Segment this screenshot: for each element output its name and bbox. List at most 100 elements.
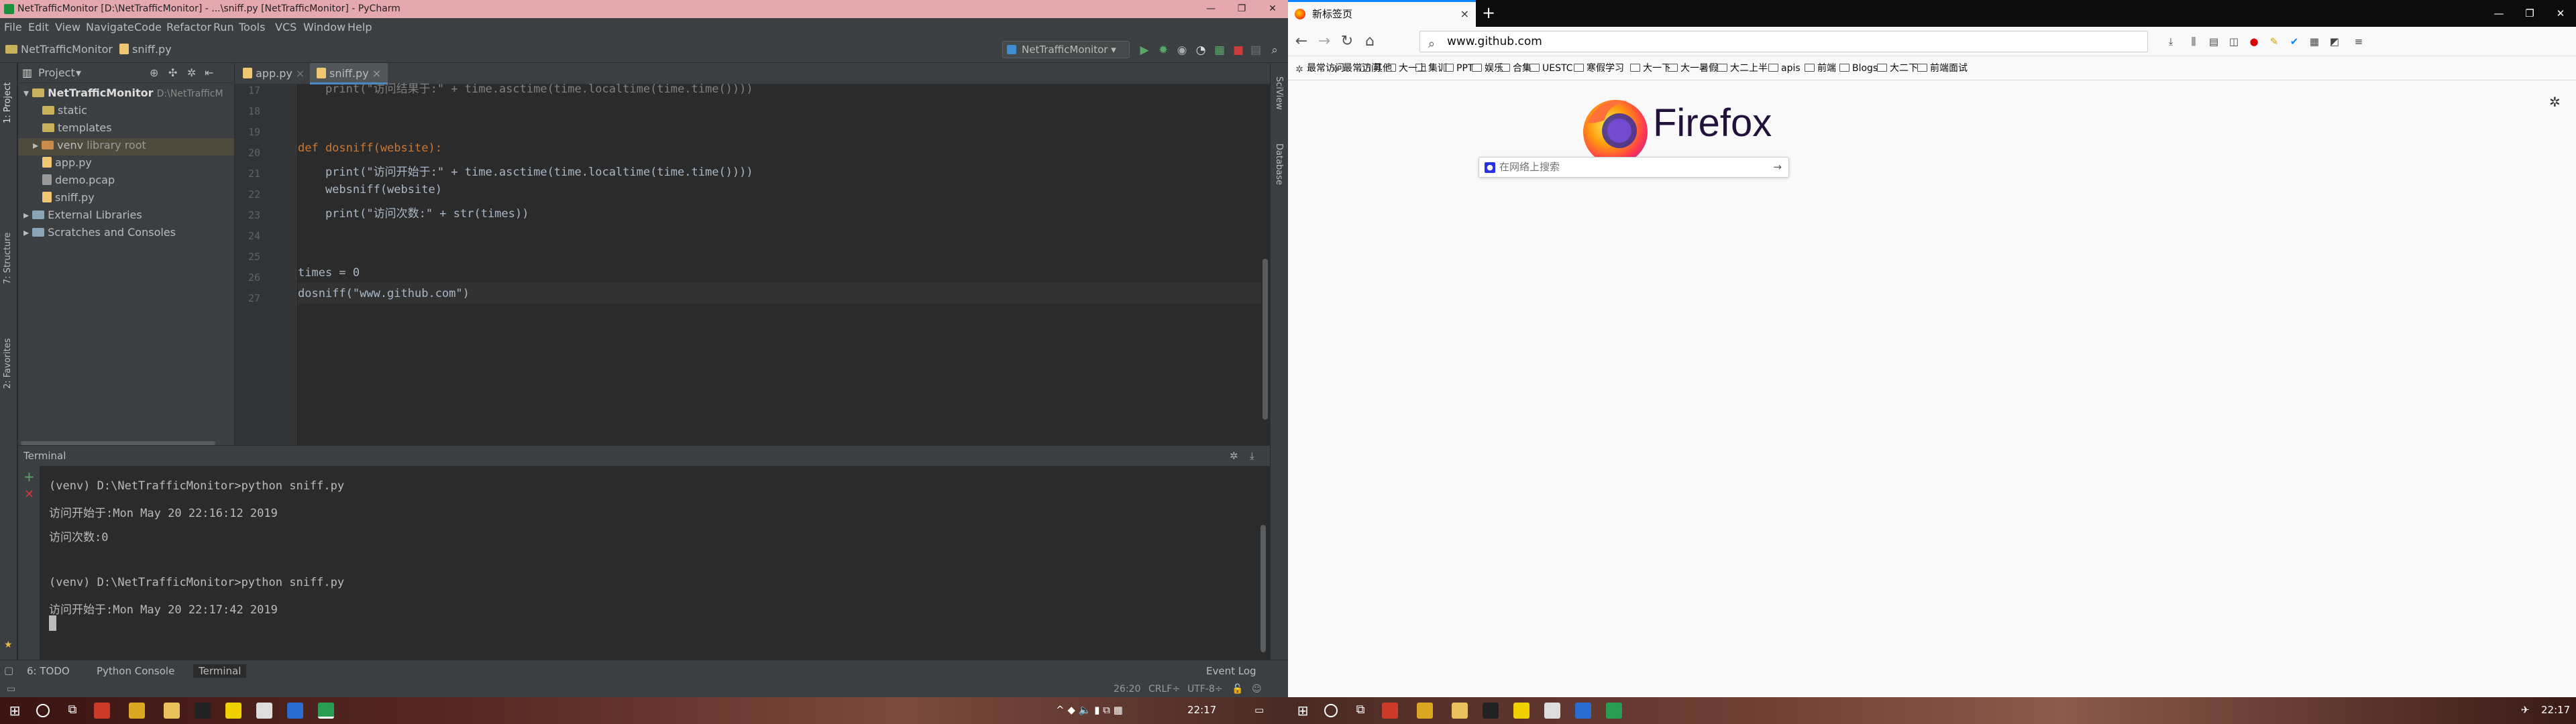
app-taskbar-icon[interactable]: [225, 703, 241, 719]
tray-icon[interactable]: ✈: [2521, 704, 2530, 716]
app-taskbar-icon[interactable]: [1513, 703, 1529, 719]
cmd-taskbar-icon[interactable]: [1483, 703, 1499, 719]
gear-icon[interactable]: ✲: [1230, 446, 1238, 466]
menu-run[interactable]: Run: [213, 18, 234, 36]
notification-icon[interactable]: ▭: [1254, 704, 1264, 716]
tree-item-templates[interactable]: templates: [42, 119, 112, 137]
web-search-box[interactable]: ● 在网络上搜索 →: [1479, 157, 1789, 178]
menu-file[interactable]: File: [4, 18, 22, 36]
taskbar-time[interactable]: 22:17: [1187, 704, 1216, 716]
vcs-icon[interactable]: ▤: [1249, 44, 1263, 57]
extension-v-icon[interactable]: ✔: [2288, 35, 2301, 48]
tool-structure[interactable]: 7: Structure: [3, 233, 13, 284]
cmd-taskbar-icon[interactable]: [195, 703, 211, 719]
word-taskbar-icon[interactable]: [1575, 703, 1591, 719]
status-icon[interactable]: ▭: [7, 681, 15, 697]
hide-icon[interactable]: ⇤: [205, 63, 213, 83]
menu-code[interactable]: Code: [134, 18, 162, 36]
lock-icon[interactable]: 🔓: [1232, 681, 1243, 697]
menu-vcs[interactable]: VCS: [275, 18, 297, 36]
bookmark-folder[interactable]: Blogs: [1839, 62, 1878, 74]
bookmark-folder[interactable]: 大二上半: [1717, 62, 1768, 74]
firefox-taskbar-icon[interactable]: [1382, 703, 1398, 719]
debug-icon[interactable]: ✹: [1157, 44, 1170, 57]
url-bar[interactable]: ⌕ www.github.com: [1419, 31, 2148, 52]
editor-scrollbar[interactable]: [1263, 259, 1268, 420]
search-icon[interactable]: [36, 704, 50, 717]
pycharm-title-bar[interactable]: NetTrafficMonitor [D:\NetTrafficMonitor]…: [0, 0, 1288, 18]
tree-item-demo-pcap[interactable]: demo.pcap: [42, 172, 115, 189]
tree-external-libraries[interactable]: ▸ External Libraries: [23, 206, 142, 224]
adblock-icon[interactable]: ●: [2247, 35, 2261, 48]
extension-bag-icon[interactable]: ◩: [2328, 35, 2341, 48]
extension-pen-icon[interactable]: ✎: [2267, 35, 2281, 48]
bookmark-folder[interactable]: 大一暑假: [1668, 62, 1718, 74]
breadcrumb-file[interactable]: sniff.py: [119, 43, 172, 56]
minimize-button[interactable]: —: [2483, 0, 2514, 27]
tab-python-console[interactable]: Python Console: [91, 664, 180, 678]
collapse-icon[interactable]: ✣: [168, 63, 177, 83]
bookmark-folder[interactable]: 大一下: [1630, 62, 1671, 74]
project-horizontal-scrollbar[interactable]: [18, 441, 234, 445]
new-tab-button[interactable]: +: [1477, 0, 1500, 27]
close-icon[interactable]: ✕: [24, 487, 34, 501]
tab-todo[interactable]: 6: TODO: [21, 664, 75, 678]
close-button[interactable]: ✕: [2545, 0, 2576, 27]
tool-sciview[interactable]: SciView: [1274, 76, 1284, 110]
inspector-icon[interactable]: ☺: [1252, 681, 1262, 697]
minimize-button[interactable]: —: [1195, 0, 1226, 18]
run-configuration-select[interactable]: NetTrafficMonitor ▾: [1002, 41, 1130, 58]
bookmark-folder[interactable]: 前端面试: [1917, 62, 1968, 74]
terminal-cursor[interactable]: [49, 615, 56, 631]
firefox-taskbar-icon[interactable]: [94, 703, 110, 719]
bookmark-folder[interactable]: PPT: [1444, 62, 1473, 74]
library-icon[interactable]: ⫼: [2187, 35, 2200, 48]
windows-start-icon[interactable]: ⊞: [1295, 703, 1311, 719]
app2-taskbar-icon[interactable]: [1544, 703, 1560, 719]
extension-grid-icon[interactable]: ▦: [2308, 35, 2321, 48]
bookmark-folder[interactable]: UESTC: [1529, 62, 1573, 74]
forward-icon[interactable]: →: [1316, 34, 1332, 50]
tree-scratches[interactable]: ▸ Scratches and Consoles: [23, 224, 176, 241]
bookmark-folder[interactable]: 娱乐: [1472, 62, 1503, 74]
bookmark-folder[interactable]: 合集: [1500, 62, 1532, 74]
app2-taskbar-icon[interactable]: [256, 703, 272, 719]
maximize-button[interactable]: ❐: [1226, 0, 1257, 18]
tray-icons[interactable]: ^ ◆ 🔈 ▮ ⧉ ▦: [1056, 704, 1123, 716]
concurrency-icon[interactable]: ▦: [1213, 44, 1226, 57]
stop-icon[interactable]: ■: [1232, 44, 1245, 57]
menu-refactor[interactable]: Refactor: [166, 18, 211, 36]
menu-navigate[interactable]: Navigate: [86, 18, 134, 36]
close-icon[interactable]: ×: [1460, 2, 1469, 26]
chrome-taskbar-icon[interactable]: [1417, 703, 1433, 719]
menu-help[interactable]: Help: [347, 18, 372, 36]
menu-tools[interactable]: Tools: [239, 18, 265, 36]
menu-view[interactable]: View: [55, 18, 80, 36]
search-icon[interactable]: ⌕: [1268, 44, 1281, 57]
search-go-icon[interactable]: →: [1773, 158, 1782, 177]
reload-icon[interactable]: ↻: [1339, 34, 1355, 50]
bookmark-folder[interactable]: 前端: [1805, 62, 1836, 74]
explorer-taskbar-icon[interactable]: [1452, 703, 1468, 719]
search-icon[interactable]: [1324, 704, 1338, 717]
tool-database[interactable]: Database: [1274, 143, 1284, 185]
star-icon[interactable]: ★: [4, 640, 13, 650]
bookmark-folder[interactable]: 寒假学习: [1574, 62, 1624, 74]
tool-project[interactable]: 1: Project: [3, 82, 13, 123]
file-encoding[interactable]: UTF-8÷: [1187, 681, 1223, 697]
pycharm-taskbar-icon[interactable]: [1606, 703, 1622, 719]
bookmark-folder[interactable]: 大二下: [1877, 62, 1918, 74]
coverage-icon[interactable]: ◉: [1175, 44, 1189, 57]
windows-start-icon[interactable]: ⊞: [7, 703, 23, 719]
run-icon[interactable]: ▶: [1138, 44, 1151, 57]
line-separator[interactable]: CRLF÷: [1148, 681, 1180, 697]
bookmark-folder[interactable]: apis: [1768, 62, 1801, 74]
menu-icon[interactable]: ≡: [2352, 35, 2365, 48]
tree-item-static[interactable]: static: [42, 102, 87, 119]
tree-root[interactable]: ▾ NetTrafficMonitor D:\NetTrafficM: [23, 84, 223, 102]
tool-windows-icon[interactable]: ▢: [4, 664, 13, 676]
close-button[interactable]: ✕: [1257, 0, 1288, 18]
gear-icon[interactable]: ✲: [187, 63, 196, 83]
home-icon[interactable]: ⌂: [1362, 34, 1378, 50]
task-view-icon[interactable]: ⧉: [64, 703, 80, 719]
